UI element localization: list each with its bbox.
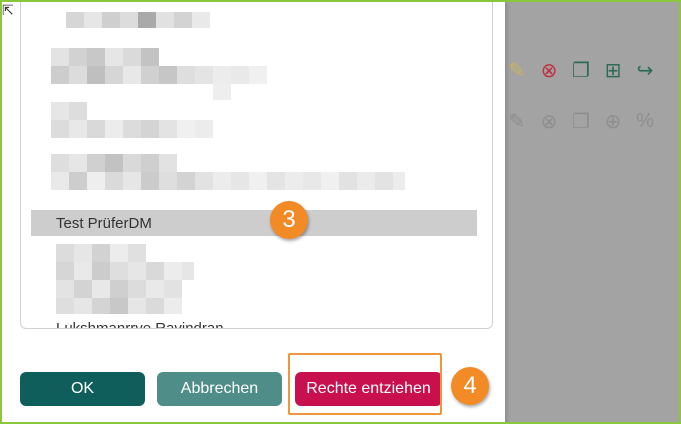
x-circle-icon: ⊗: [540, 110, 558, 133]
toolbar-row-2: ✎ ⊗ ❐ ⊕ %: [505, 108, 657, 134]
toolbar-row-1: ✎ ⊗ ❐ ⊞ ↪: [505, 57, 657, 83]
partial-user-label: Lukshmanrrye Ravindran: [56, 320, 224, 329]
user-list[interactable]: Test PrüferDM Lukshmanrrye Ravindran: [20, 2, 493, 329]
share-icon[interactable]: ↪: [633, 57, 657, 83]
cancel-button[interactable]: Abbrechen: [157, 372, 282, 406]
step-4-badge: 4: [451, 367, 489, 405]
pencil-icon: ✎: [508, 110, 526, 133]
pencil-icon[interactable]: ✎: [505, 57, 529, 83]
comment-plus-icon: ⊕: [604, 110, 622, 133]
step-4-highlight: [288, 353, 442, 415]
ok-button[interactable]: OK: [20, 372, 145, 406]
copy-icon[interactable]: ❐: [569, 57, 593, 83]
screenshot-frame: ✎ ⊗ ❐ ⊞ ↪ ✎ ⊗ ❐ ⊕ % ⇱ Test PrüferDM Luks…: [0, 0, 681, 424]
x-circle-icon[interactable]: ⊗: [537, 57, 561, 83]
copy-icon: ❐: [572, 110, 590, 133]
rights-dialog: ⇱ Test PrüferDM Lukshmanrrye Ravindran O…: [2, 2, 505, 422]
mouse-cursor-icon: ⇱: [2, 2, 14, 18]
background-toolbar: ✎ ⊗ ❐ ⊞ ↪ ✎ ⊗ ❐ ⊕ %: [505, 2, 679, 422]
selected-user-label: Test PrüferDM: [56, 215, 152, 232]
step-3-badge: 3: [270, 201, 308, 239]
folder-plus-icon[interactable]: ⊞: [601, 57, 625, 83]
percent-icon: %: [636, 109, 654, 132]
